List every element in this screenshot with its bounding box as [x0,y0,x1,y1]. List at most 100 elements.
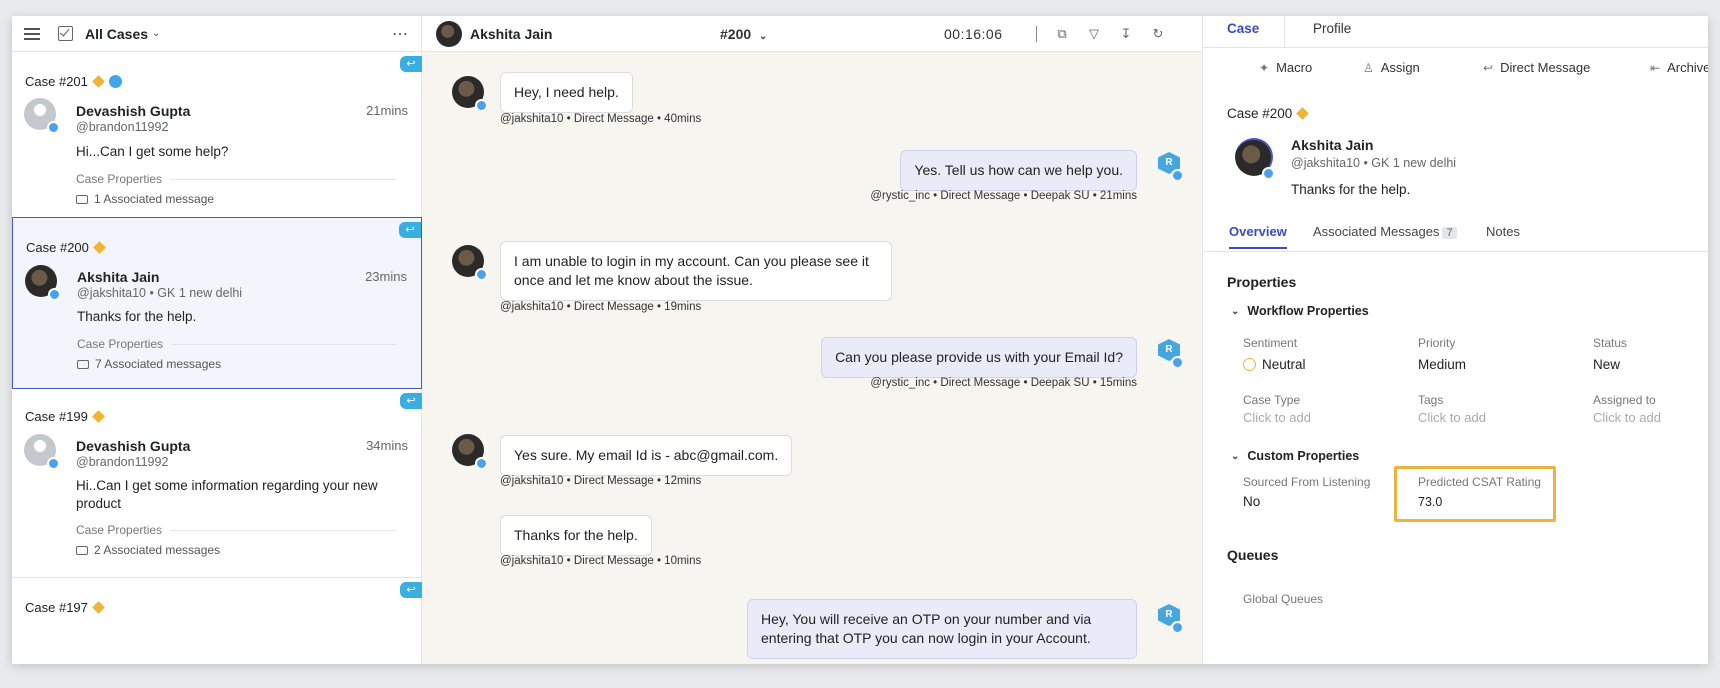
case-card-199[interactable]: ↩ Case #199 Devashish Gupta 34mins @bran… [12,389,422,578]
more-options-icon[interactable]: ⋯ [392,24,409,44]
chevron-down-icon[interactable]: ⌄ [152,28,160,39]
neutral-face-icon [1243,358,1256,371]
tab-overview[interactable]: Overview [1229,224,1287,249]
details-tabs: Case Profile [1203,16,1708,48]
direct-message-label: Direct Message [1500,60,1591,75]
sourced-from-listening-value[interactable]: No [1243,494,1260,509]
message-bubble[interactable]: Can you please provide us with your Emai… [821,337,1137,378]
archive-button[interactable]: ⇤ Archive [1650,60,1708,75]
case-switcher-dropdown[interactable]: #200 ⌄ [720,26,767,42]
tab-case[interactable]: Case [1227,21,1259,36]
case-number: Case #201 [25,74,122,89]
case-list-header: All Cases ⌄ ⋯ [12,16,421,52]
message-meta: @rystic_inc • Direct Message • Deepak SU… [870,377,1137,389]
message-meta: @jakshita10 • Direct Message • 12mins [500,475,702,487]
priority-diamond-icon [92,601,105,614]
priority-diamond-icon [92,75,105,88]
associated-messages[interactable]: 1 Associated message [76,192,214,206]
assign-button[interactable]: ♙ Assign [1363,60,1420,75]
case-number-text: Case #197 [25,600,88,615]
assigned-to-label: Assigned to [1593,393,1656,407]
tab-associated-messages[interactable]: Associated Messages 7 [1313,224,1457,239]
case-type-label: Case Type [1243,393,1301,407]
sentiment-value[interactable]: Neutral [1243,357,1306,372]
status-value[interactable]: New [1593,357,1620,372]
twitter-icon [47,121,60,134]
chevron-down-icon: ⌄ [759,30,768,42]
case-timer: 00:16:06 [944,25,1003,42]
avatar [24,434,60,470]
tab-associated-messages-label: Associated Messages [1313,224,1440,239]
magic-wand-icon: ✦ [1259,60,1270,75]
twitter-icon [1171,356,1184,369]
direct-message-button[interactable]: ↩ Direct Message [1483,60,1590,75]
reply-icon: ↩ [400,56,422,72]
twitter-icon [48,288,61,301]
case-number-text: Case #199 [25,409,88,424]
case-properties-text: Case Properties [77,337,164,351]
case-number: Case #200 [1227,106,1310,121]
message-bubble[interactable]: Yes. Tell us how can we help you. [900,150,1137,191]
custom-properties-toggle[interactable]: ⌄ Custom Properties [1227,449,1359,463]
tab-profile[interactable]: Profile [1313,21,1351,36]
priority-value[interactable]: Medium [1418,357,1466,372]
user-icon: ♙ [1363,60,1374,75]
avatar [452,245,488,281]
assigned-to-value[interactable]: Click to add [1593,410,1661,425]
macro-button[interactable]: ✦ Macro [1259,60,1312,75]
associated-messages[interactable]: 7 Associated messages [77,357,221,371]
custom-properties-title: Custom Properties [1247,449,1360,463]
sourced-from-listening-label: Sourced From Listening [1243,475,1371,489]
message-bubble[interactable]: Hey, You will receive an OTP on your num… [747,599,1137,659]
copy-icon[interactable]: ⧉ [1054,26,1070,42]
info-icon [108,75,122,88]
case-type-value[interactable]: Click to add [1243,410,1311,425]
case-time: 23mins [365,269,407,284]
customer-handle: @brandon11992 [76,120,169,134]
filter-icon[interactable]: ▽ [1086,26,1102,42]
refresh-icon[interactable]: ↻ [1150,26,1166,42]
conversation-name: Akshita Jain [470,25,553,42]
sort-icon[interactable]: ↧ [1118,26,1134,42]
priority-diamond-icon [93,241,106,254]
case-number: Case #197 [25,600,105,615]
associated-messages[interactable]: 2 Associated messages [76,543,220,557]
message-bubble[interactable]: Yes sure. My email Id is - abc@gmail.com… [500,435,793,476]
tags-value[interactable]: Click to add [1418,410,1486,425]
message-bubble[interactable]: Thanks for the help. [500,515,652,556]
workflow-properties-toggle[interactable]: ⌄ Workflow Properties [1227,304,1369,318]
case-properties-label[interactable]: Case Properties [76,172,396,186]
tab-notes[interactable]: Notes [1486,224,1520,239]
twitter-icon [475,457,488,470]
associated-count: 7 Associated messages [95,357,222,371]
predicted-csat-label: Predicted CSAT Rating [1418,475,1541,489]
associated-count: 2 Associated messages [94,543,221,557]
conversation-header: Akshita Jain #200 ⌄ 00:16:06 ⧉ ▽ ↧ ↻ [422,16,1202,52]
case-number-text: Case #201 [25,74,88,89]
message-meta: @jakshita10 • Direct Message • 40mins [500,113,702,125]
customer-handle: @brandon11992 [76,455,169,469]
message-bubble[interactable]: Hey, I need help. [500,72,633,113]
status-label: Status [1593,336,1628,350]
message-bubble[interactable]: I am unable to login in my account. Can … [500,241,892,301]
predicted-csat-value[interactable]: 73.0 [1418,495,1442,509]
case-number: Case #200 [26,240,106,255]
case-properties-label[interactable]: Case Properties [76,523,396,537]
avatar [25,265,61,301]
case-number: Case #199 [25,409,105,424]
case-switcher-label: #200 [720,25,752,42]
case-card-200[interactable]: ↩ Case #200 Akshita Jain 23mins @jakshit… [12,217,422,389]
case-filter-dropdown[interactable]: All Cases [85,26,148,42]
menu-icon[interactable] [24,27,40,40]
chevron-down-icon: ⌄ [1231,305,1240,317]
customer-name: Devashish Gupta [76,438,191,454]
mail-icon [76,545,88,555]
select-all-checkbox[interactable] [58,26,73,41]
reply-icon: ↩ [400,393,422,409]
twitter-icon [1171,169,1184,182]
case-card-201[interactable]: ↩ Case #201 Devashish Gupta 21mins @bran… [12,52,422,220]
case-card-197[interactable]: ↩ Case #197 [12,578,422,664]
message-meta: @rystic_inc • Direct Message • Deepak SU… [870,190,1137,202]
queues-heading: Queues [1227,547,1279,563]
case-properties-label[interactable]: Case Properties [77,337,397,351]
